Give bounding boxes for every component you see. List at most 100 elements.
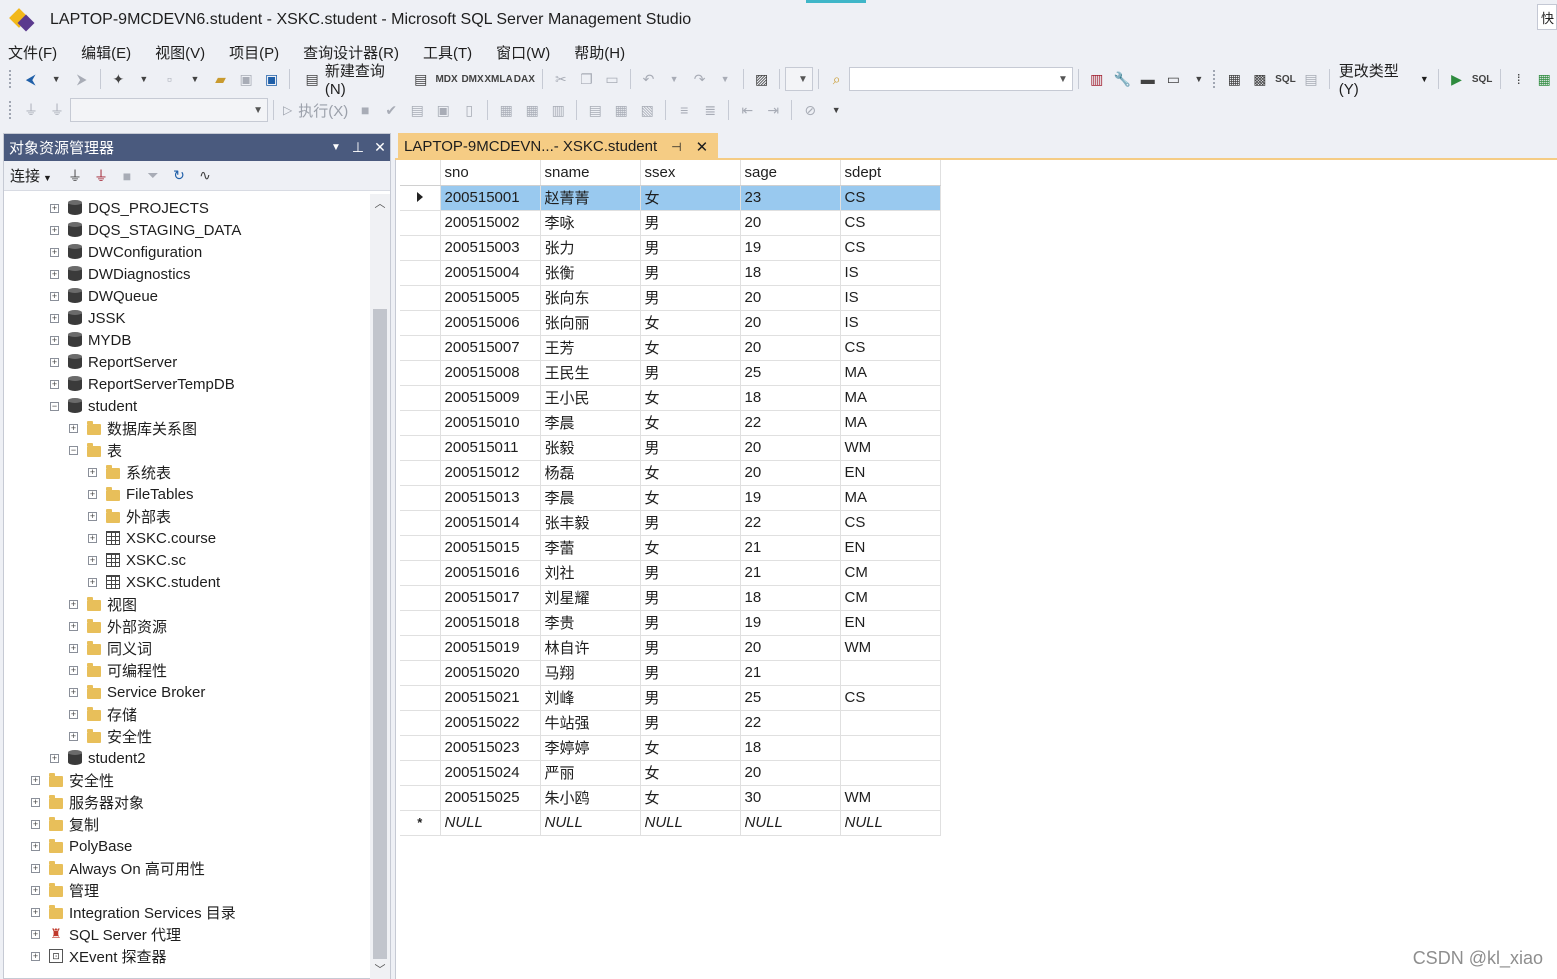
grid-cell-ssex[interactable]: 男	[640, 585, 741, 611]
tree-node[interactable]: + 系统表	[4, 461, 370, 483]
tree-node[interactable]: + 安全性	[4, 769, 370, 791]
tree-node[interactable]: + FileTables	[4, 483, 370, 505]
tree-node[interactable]: + Service Broker	[4, 681, 370, 703]
toolbar-grip[interactable]	[8, 100, 12, 120]
grid-cell-sdept[interactable]: CS	[840, 510, 941, 536]
pin-icon[interactable]: ⊣	[671, 140, 681, 154]
grid-cell-sname[interactable]: 李晨	[540, 485, 641, 511]
expand-icon[interactable]: +	[31, 951, 40, 961]
grid-cell-sno[interactable]: 200515023	[440, 735, 541, 761]
tree-node[interactable]: + DWDiagnostics	[4, 263, 370, 285]
grid-cell-sno[interactable]: 200515014	[440, 510, 541, 536]
group-by-icon[interactable]: ⁞	[1508, 68, 1530, 90]
table-row[interactable]: 200515007 王芳女 20 CS	[400, 335, 941, 361]
grid-cell-sname[interactable]: 刘星耀	[540, 585, 641, 611]
tree-scrollbar[interactable]: ︿ ﹀	[370, 194, 390, 979]
grid-cell-sage[interactable]: 18	[740, 260, 841, 286]
grid-cell-sno[interactable]: 200515013	[440, 485, 541, 511]
expand-icon[interactable]: +	[88, 489, 97, 499]
xmla-query-icon[interactable]: XMLA	[484, 68, 512, 90]
refresh-icon[interactable]: ↻	[168, 165, 190, 187]
toolbox-icon[interactable]: ▬	[1137, 68, 1159, 90]
grid-cell-sage[interactable]: 20	[740, 335, 841, 361]
grid-cell-ssex[interactable]: 女	[640, 535, 741, 561]
close-icon[interactable]: ✕	[696, 138, 709, 156]
row-header[interactable]	[400, 285, 441, 311]
grid-cell-sname[interactable]: 牛站强	[540, 710, 641, 736]
row-header[interactable]	[400, 610, 441, 636]
row-header[interactable]	[400, 710, 441, 736]
disconnect-plug-icon[interactable]: ⏚	[90, 165, 112, 187]
row-header[interactable]	[400, 785, 441, 811]
grid-cell-sno[interactable]: 200515007	[440, 335, 541, 361]
row-header[interactable]	[400, 585, 441, 611]
null-cell[interactable]: NULL	[640, 810, 741, 836]
comment-icon[interactable]: ≡	[673, 99, 695, 121]
expand-icon[interactable]: +	[50, 753, 59, 763]
dropdown-arrow-icon[interactable]: ▼	[45, 68, 67, 90]
table-row[interactable]: 200515016 刘社男 21 CM	[400, 560, 941, 586]
column-header[interactable]: sdept	[840, 160, 941, 186]
grid-cell-sage[interactable]: 18	[740, 585, 841, 611]
expand-icon[interactable]: +	[50, 335, 59, 345]
forward-icon[interactable]: ⮞	[71, 68, 93, 90]
grid-cell-sdept[interactable]: CS	[840, 685, 941, 711]
find-dropdown[interactable]: ▼	[849, 67, 1073, 91]
table-row[interactable]: 200515005 张向东男 20 IS	[400, 285, 941, 311]
grid-cell-sno[interactable]: 200515018	[440, 610, 541, 636]
tree-node[interactable]: + ReportServer	[4, 351, 370, 373]
verify-sql-icon[interactable]: SQL	[1471, 68, 1493, 90]
display-plan-icon[interactable]: ▤	[406, 99, 428, 121]
expand-icon[interactable]: +	[50, 225, 59, 235]
quick-launch-input[interactable]: 快	[1537, 4, 1557, 30]
grid-cell-sno[interactable]: 200515010	[440, 410, 541, 436]
null-cell[interactable]: NULL	[540, 810, 641, 836]
expand-icon[interactable]: +	[69, 665, 78, 675]
grid-cell-sname[interactable]: 张向东	[540, 285, 641, 311]
grid-cell-sdept[interactable]: MA	[840, 385, 941, 411]
results-pane-icon[interactable]: ▤	[1300, 68, 1322, 90]
grid-cell-ssex[interactable]: 女	[640, 760, 741, 786]
tree-node[interactable]: + XSKC.sc	[4, 549, 370, 571]
row-header[interactable]	[400, 560, 441, 586]
stop-icon[interactable]: ■	[354, 99, 376, 121]
save-all-icon[interactable]: ▣	[261, 68, 283, 90]
grid-cell-sage[interactable]: 30	[740, 785, 841, 811]
toolbar-grip[interactable]	[1211, 69, 1216, 89]
grid-cell-sdept[interactable]: CM	[840, 585, 941, 611]
grid-pane-icon[interactable]: ▩	[1249, 68, 1271, 90]
grid-cell-sage[interactable]: 21	[740, 535, 841, 561]
table-row[interactable]: 200515013 李晨女 19 MA	[400, 485, 941, 511]
grid-cell-sname[interactable]: 李咏	[540, 210, 641, 236]
grid-cell-sno[interactable]: 200515009	[440, 385, 541, 411]
grid-corner-cell[interactable]	[400, 160, 441, 186]
grid-cell-sdept[interactable]: IS	[840, 285, 941, 311]
tab-xskc-student[interactable]: LAPTOP-9MCDEVN...- XSKC.student ⊣ ✕	[398, 133, 718, 160]
cut-icon[interactable]: ✂	[550, 68, 572, 90]
table-row[interactable]: 200515012 杨磊女 20 EN	[400, 460, 941, 486]
grid-cell-sno[interactable]: 200515003	[440, 235, 541, 261]
close-icon[interactable]: ✕	[370, 139, 390, 156]
terminal-icon[interactable]: ▭	[1163, 68, 1185, 90]
menu-edit[interactable]: 编辑(E)	[81, 42, 131, 63]
row-header[interactable]	[400, 335, 441, 361]
tree-node[interactable]: + 同义词	[4, 637, 370, 659]
grid-cell-sno[interactable]: 200515019	[440, 635, 541, 661]
row-header[interactable]	[400, 235, 441, 261]
table-row[interactable]: 200515010 李晨女 22 MA	[400, 410, 941, 436]
dropdown-arrow-icon[interactable]: ▼	[1188, 68, 1210, 90]
grid-cell-ssex[interactable]: 男	[640, 435, 741, 461]
grid-cell-sno[interactable]: 200515008	[440, 360, 541, 386]
table-row[interactable]: 200515011 张毅男 20 WM	[400, 435, 941, 461]
expand-icon[interactable]: +	[69, 599, 78, 609]
grid-cell-ssex[interactable]: 男	[640, 660, 741, 686]
expand-icon[interactable]: +	[31, 907, 40, 917]
grid-cell-sdept[interactable]: EN	[840, 460, 941, 486]
tree-node[interactable]: + 视图	[4, 593, 370, 615]
tree-node[interactable]: + 复制	[4, 813, 370, 835]
tree-node[interactable]: + DWQueue	[4, 285, 370, 307]
parse-check-icon[interactable]: ✔	[380, 99, 402, 121]
tree-node[interactable]: + student2	[4, 747, 370, 769]
paste-icon[interactable]: ▭	[601, 68, 623, 90]
stop-icon[interactable]: ■	[116, 165, 138, 187]
